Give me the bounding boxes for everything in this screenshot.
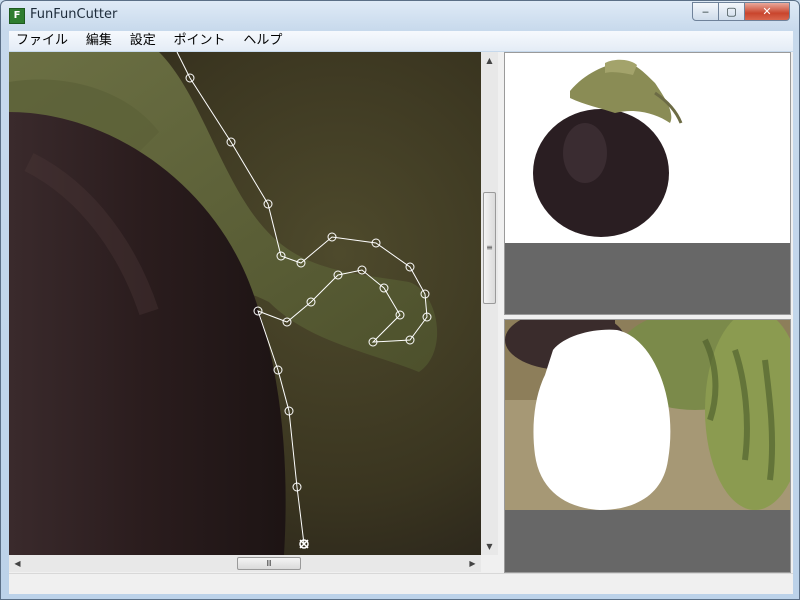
minimize-button[interactable]: ‒	[692, 2, 719, 21]
close-button[interactable]: ✕	[744, 2, 790, 21]
status-bar	[9, 573, 793, 594]
title-bar[interactable]: F FunFunCutter ‒ ▢ ✕	[1, 1, 799, 31]
app-window: F FunFunCutter ‒ ▢ ✕ ファイル 編集 設定 ポイント ヘルプ	[0, 0, 800, 600]
menu-bar: ファイル 編集 設定 ポイント ヘルプ	[9, 31, 793, 51]
zoomed-photo[interactable]	[9, 52, 481, 555]
horizontal-scroll-thumb[interactable]: Ⅲ	[237, 557, 301, 570]
mask-image	[505, 320, 790, 572]
scroll-right-button[interactable]: ▶	[464, 555, 481, 572]
scroll-left-button[interactable]: ◀	[9, 555, 26, 572]
menu-help[interactable]: ヘルプ	[236, 31, 289, 51]
scroll-up-button[interactable]: ▲	[481, 52, 498, 69]
close-icon: ✕	[762, 5, 772, 18]
maximize-button[interactable]: ▢	[718, 2, 745, 21]
mask-preview	[504, 319, 791, 573]
cutout-image	[505, 53, 790, 314]
window-title: FunFunCutter	[30, 7, 118, 22]
scroll-down-button[interactable]: ▼	[481, 538, 498, 555]
vertical-scroll-thumb[interactable]: ≡	[483, 192, 496, 304]
minimize-icon: ‒	[702, 5, 709, 18]
app-icon: F	[9, 8, 25, 24]
menu-edit[interactable]: 編集	[79, 31, 119, 51]
menu-point[interactable]: ポイント	[167, 31, 233, 51]
cutout-preview	[504, 52, 791, 315]
menu-file[interactable]: ファイル	[9, 31, 75, 51]
menu-settings[interactable]: 設定	[123, 31, 163, 51]
client-area: ▲ ≡ ▼ ◀ Ⅲ ▶	[9, 52, 793, 594]
vertical-scrollbar[interactable]: ▲ ≡ ▼	[481, 52, 498, 555]
horizontal-scrollbar[interactable]: ◀ Ⅲ ▶	[9, 555, 481, 572]
maximize-icon: ▢	[726, 5, 737, 18]
edit-canvas[interactable]	[9, 52, 481, 555]
